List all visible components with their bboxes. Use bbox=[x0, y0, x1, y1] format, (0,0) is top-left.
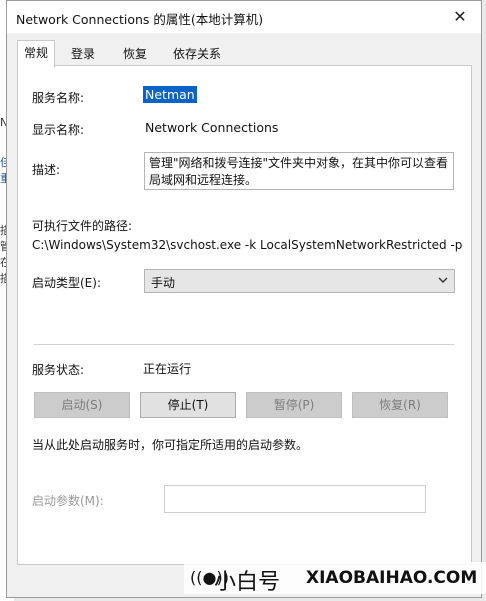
watermark: ((●)) 小白号 XIAOBAIHAO.COM bbox=[184, 562, 486, 595]
service-status-label: 服务状态: bbox=[32, 363, 85, 377]
resume-button[interactable]: 恢复(R) bbox=[352, 392, 448, 418]
section-divider bbox=[34, 344, 454, 345]
service-status-value: 正在运行 bbox=[143, 362, 192, 376]
service-name-text[interactable]: Netman bbox=[143, 86, 197, 103]
close-button[interactable]: ✕ bbox=[443, 3, 477, 31]
stop-button[interactable]: 停止(T) bbox=[140, 392, 236, 418]
start-params-hint: 当从此处启动服务时，你可指定所适用的启动参数。 bbox=[32, 438, 309, 452]
start-params-input[interactable] bbox=[164, 485, 426, 513]
tab-general[interactable]: 常规 bbox=[17, 40, 56, 67]
exe-path-label: 可执行文件的路径: bbox=[32, 219, 133, 233]
startup-type-value: 手动 bbox=[151, 276, 176, 290]
service-properties-dialog: Network Connections 的属性(本地计算机) ✕ 常规 登录 恢… bbox=[6, 0, 482, 598]
startup-type-select[interactable]: 手动 bbox=[144, 269, 455, 293]
exe-path-value[interactable]: C:\Windows\System32\svchost.exe -k Local… bbox=[32, 238, 462, 252]
service-name-label: 服务名称: bbox=[32, 91, 85, 105]
start-params-label: 启动参数(M): bbox=[32, 494, 104, 508]
pause-button[interactable]: 暂停(P) bbox=[246, 392, 342, 418]
tab-recovery[interactable]: 恢复 bbox=[117, 43, 153, 65]
display-name-label: 显示名称: bbox=[32, 123, 85, 137]
tab-dependencies[interactable]: 依存关系 bbox=[167, 43, 227, 65]
start-button[interactable]: 启动(S) bbox=[34, 392, 130, 418]
display-name-value[interactable]: Network Connections bbox=[145, 120, 278, 135]
description-textbox[interactable]: 管理"网络和拨号连接"文件夹中对象，在其中你可以查看局域网和远程连接。 bbox=[144, 152, 454, 190]
chevron-down-icon bbox=[436, 273, 450, 290]
general-panel: 服务名称: Netman 显示名称: Network Connections 描… bbox=[17, 65, 472, 565]
service-name-value[interactable]: Netman bbox=[143, 86, 197, 103]
watermark-text-en: XIAOBAIHAO.COM bbox=[306, 568, 478, 588]
description-label: 描述: bbox=[32, 163, 61, 177]
tab-logon[interactable]: 登录 bbox=[65, 43, 101, 65]
startup-type-label: 启动类型(E): bbox=[32, 276, 101, 290]
watermark-text-cn: 小白号 bbox=[214, 570, 281, 595]
dialog-title: Network Connections 的属性(本地计算机) bbox=[16, 12, 264, 27]
title-bar[interactable]: Network Connections 的属性(本地计算机) ✕ bbox=[7, 1, 481, 33]
